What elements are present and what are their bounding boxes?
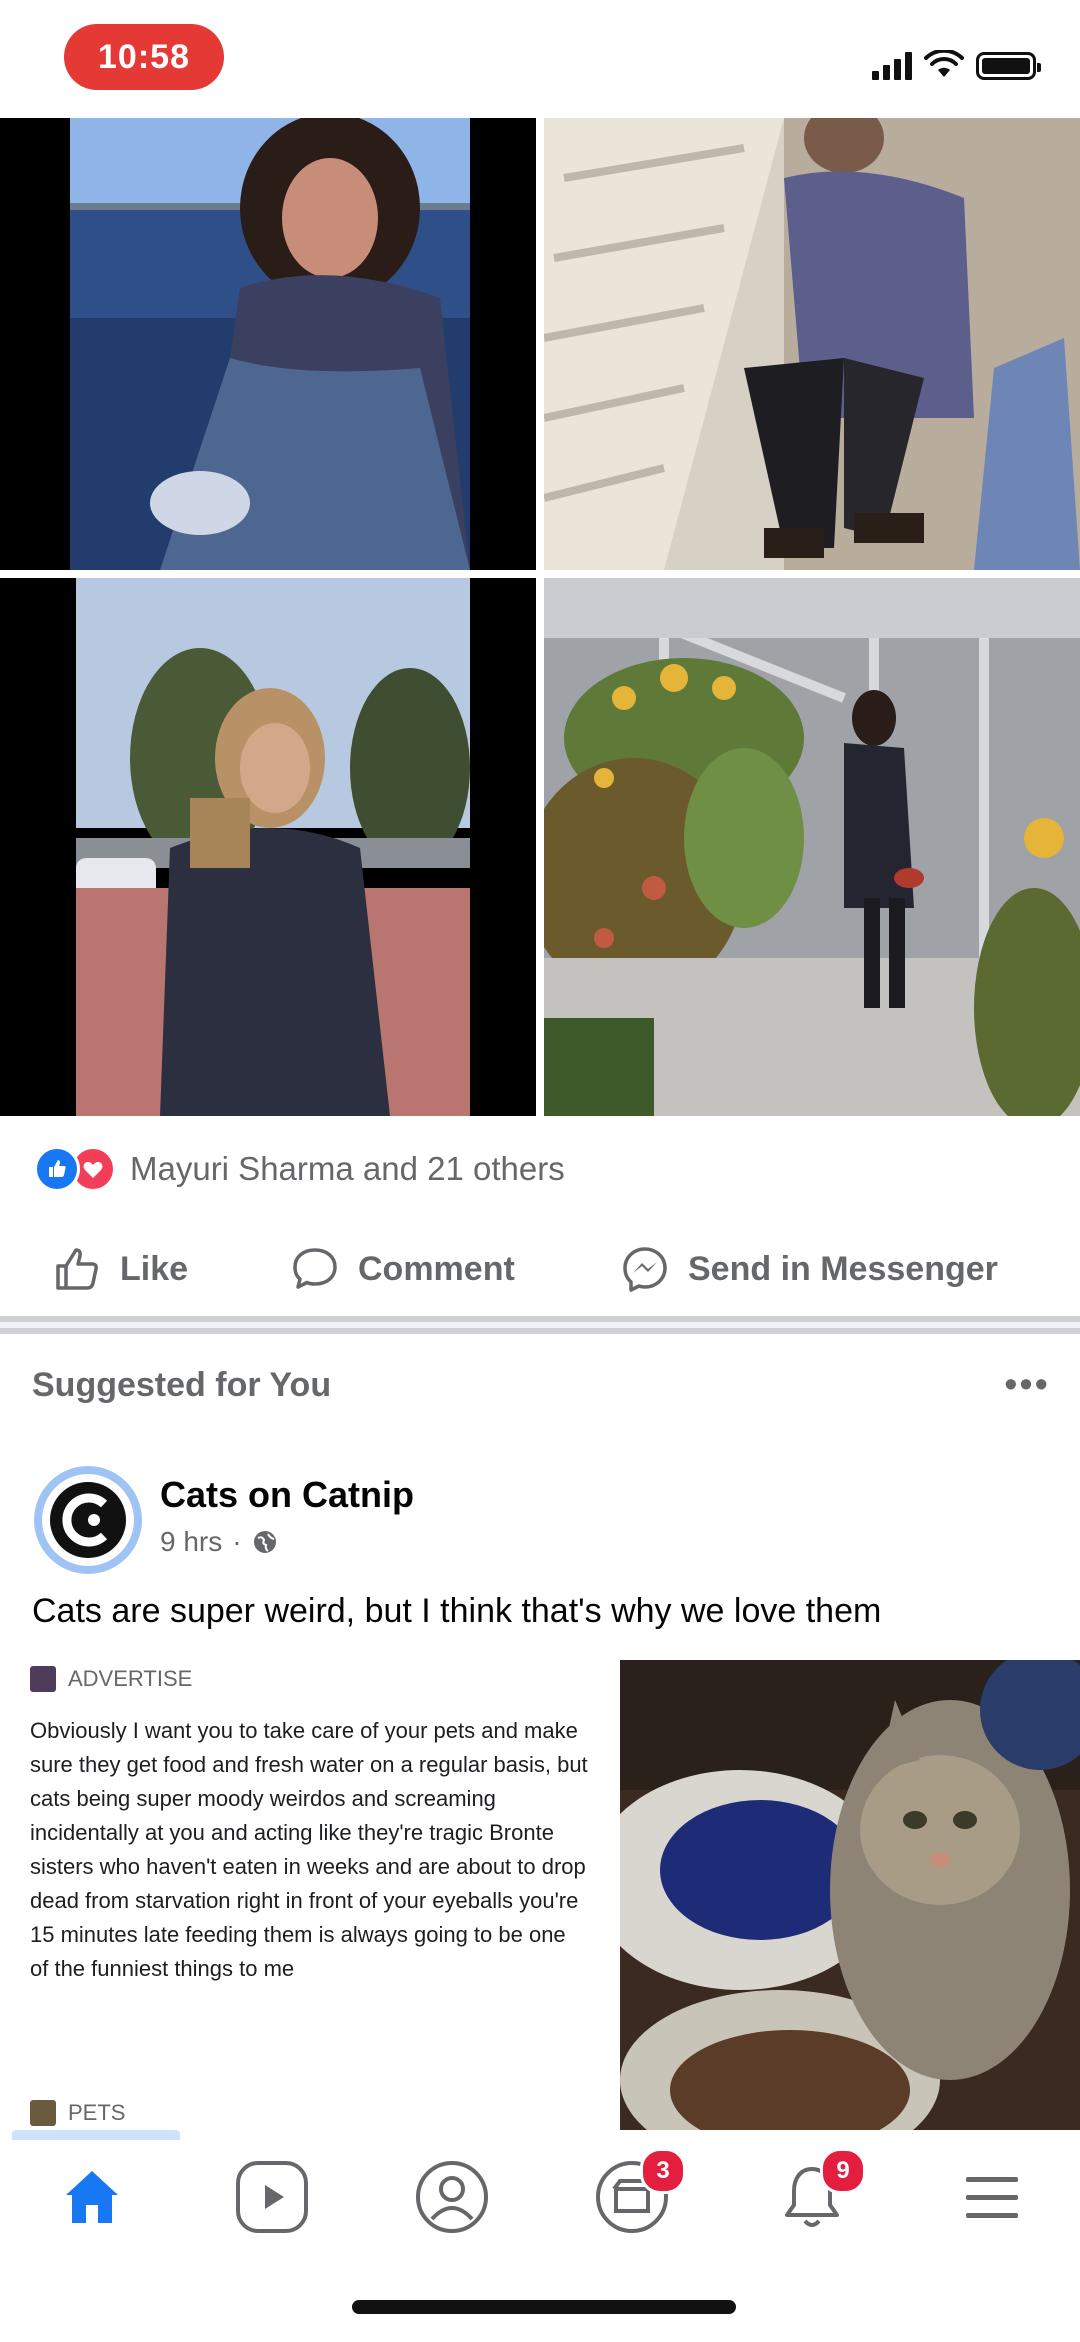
home-indicator[interactable]	[352, 2300, 736, 2314]
alerts-badge: 9	[820, 2148, 866, 2194]
watch-icon	[236, 2161, 308, 2233]
status-bar: 10:58	[0, 0, 1080, 118]
source-favicon-icon	[30, 2100, 56, 2126]
send-label: Send in Messenger	[688, 1249, 998, 1288]
thumbs-up-icon	[56, 1248, 98, 1290]
status-time: 10:58	[64, 24, 224, 90]
like-reaction-icon	[34, 1146, 80, 1192]
battery-icon	[976, 52, 1041, 80]
source-favicon-icon	[30, 1666, 56, 1692]
profile-icon	[416, 2161, 488, 2233]
wifi-icon	[924, 50, 964, 77]
messenger-icon	[623, 1247, 667, 1292]
tab-menu[interactable]	[944, 2154, 1040, 2240]
hamburger-menu-icon	[966, 2177, 1018, 2218]
globe-icon	[253, 1531, 276, 1553]
link-preview[interactable]: ADVERTISE Obviously I want you to take c…	[30, 1666, 596, 2136]
comment-button[interactable]: Comment	[290, 1244, 515, 1294]
notifications-badge: 3	[640, 2148, 686, 2194]
page-name[interactable]: Cats on Catnip	[160, 1474, 414, 1516]
reactions-summary[interactable]: Mayuri Sharma and 21 others	[34, 1144, 565, 1194]
send-in-messenger-button[interactable]: Send in Messenger	[620, 1244, 998, 1294]
post-meta: 9 hrs ·	[160, 1526, 278, 1558]
comment-label: Comment	[358, 1249, 515, 1288]
like-label: Like	[120, 1249, 189, 1288]
next-item-source: PETS	[30, 2100, 125, 2126]
photo-woman-street[interactable]	[0, 578, 536, 1116]
preview-cat-image[interactable]	[620, 1660, 1080, 2130]
meta-separator: ·	[232, 1526, 242, 1557]
cellular-signal-icon	[872, 50, 912, 80]
bottom-tab-bar: 3 9	[0, 2140, 1080, 2250]
page-avatar[interactable]	[34, 1466, 142, 1574]
tab-home[interactable]	[44, 2154, 140, 2240]
post-text: Cats are super weird, but I think that's…	[32, 1592, 882, 1630]
photo-person-on-stairs[interactable]	[544, 118, 1080, 570]
source-name: PETS	[68, 2100, 126, 2125]
tab-watch[interactable]	[224, 2154, 320, 2240]
source-name: ADVERTISE	[68, 1666, 193, 1691]
feed-divider	[0, 1316, 1080, 1334]
tab-profile[interactable]	[404, 2154, 500, 2240]
suggested-header: Suggested for You	[32, 1366, 332, 1404]
like-button[interactable]: Like	[52, 1244, 188, 1294]
status-icons	[872, 46, 1041, 80]
reactions-count-text: Mayuri Sharma and 21 others	[130, 1150, 565, 1187]
comment-bubble-icon	[293, 1248, 337, 1289]
more-options-button[interactable]: •••	[1004, 1366, 1050, 1404]
tab-alerts[interactable]: 9	[764, 2148, 866, 2240]
photo-woman-greenhouse[interactable]	[544, 578, 1080, 1116]
post-action-bar: Like Comment Send in Messenger	[0, 1234, 1080, 1312]
preview-body-text: Obviously I want you to take care of you…	[30, 1718, 588, 1981]
photo-woman-waterfront[interactable]	[0, 118, 536, 570]
home-icon	[66, 2171, 118, 2223]
post-time: 9 hrs	[160, 1526, 223, 1557]
tab-notifications[interactable]: 3	[584, 2148, 686, 2240]
catnip-logo-icon	[50, 1482, 126, 1558]
